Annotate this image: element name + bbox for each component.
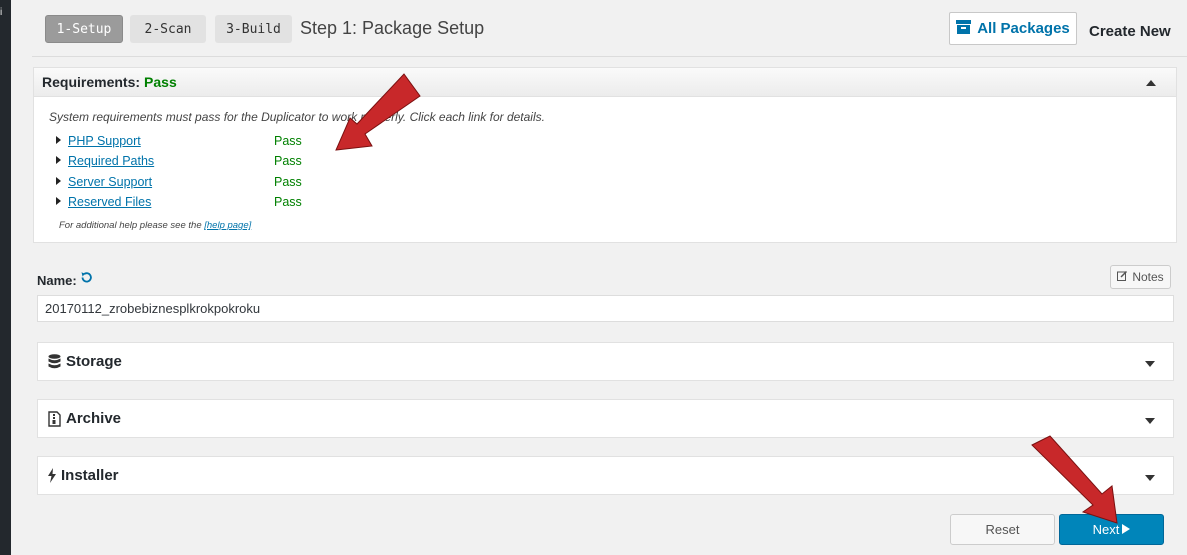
- package-name-input[interactable]: 20170112_zrobebiznesplkrokpokroku: [37, 295, 1174, 322]
- php-support-link[interactable]: PHP Support: [68, 134, 141, 148]
- requirements-status: Pass: [144, 74, 177, 90]
- next-button[interactable]: Next: [1059, 514, 1164, 545]
- requirement-result: Pass: [274, 154, 302, 168]
- sidebar-char: i: [0, 7, 3, 18]
- archive-section[interactable]: Archive: [37, 399, 1174, 438]
- page-title: Step 1: Package Setup: [300, 18, 485, 38]
- divider: [32, 56, 1187, 57]
- chevron-down-icon[interactable]: [1145, 418, 1155, 424]
- requirement-result: Pass: [274, 134, 302, 148]
- expand-triangle-icon[interactable]: [56, 136, 61, 144]
- admin-sidebar-edge: i: [0, 0, 11, 555]
- required-paths-link[interactable]: Required Paths: [68, 154, 154, 168]
- edit-icon: [1117, 270, 1128, 284]
- requirements-intro: System requirements must pass for the Du…: [49, 110, 545, 124]
- chevron-down-icon[interactable]: [1145, 475, 1155, 481]
- storage-section[interactable]: Storage: [37, 342, 1174, 381]
- installer-section[interactable]: Installer: [37, 456, 1174, 495]
- notes-label: Notes: [1132, 270, 1164, 284]
- server-support-link[interactable]: Server Support: [68, 175, 152, 189]
- reserved-files-link[interactable]: Reserved Files: [68, 195, 151, 209]
- archive-label: Archive: [66, 410, 122, 427]
- tab-build[interactable]: 3-Build: [215, 15, 292, 43]
- help-page-link[interactable]: [help page]: [204, 220, 251, 231]
- expand-triangle-icon[interactable]: [56, 177, 61, 185]
- collapse-caret-icon[interactable]: [1146, 80, 1156, 86]
- bolt-icon: [48, 468, 56, 483]
- help-text: For additional help please see the [help…: [59, 220, 251, 231]
- name-label: Name:: [37, 273, 77, 288]
- requirements-header[interactable]: Requirements: Pass: [34, 68, 1176, 97]
- requirement-row: PHP Support Pass: [56, 134, 302, 148]
- installer-label: Installer: [61, 467, 119, 484]
- all-packages-button[interactable]: All Packages: [949, 12, 1077, 45]
- requirements-title: Requirements:: [42, 74, 141, 90]
- notes-button[interactable]: Notes: [1110, 265, 1171, 289]
- help-prefix: For additional help please see the: [59, 220, 202, 231]
- requirement-result: Pass: [274, 195, 302, 209]
- requirement-row: Reserved Files Pass: [56, 195, 302, 209]
- requirements-panel: Requirements: Pass System requirements m…: [33, 67, 1177, 243]
- step-tabs: 1-Setup 2-Scan 3-Build: [45, 15, 292, 43]
- storage-label: Storage: [66, 353, 122, 370]
- all-packages-label: All Packages: [977, 20, 1070, 37]
- file-archive-icon: [48, 410, 61, 427]
- reset-button[interactable]: Reset: [950, 514, 1055, 545]
- database-icon: [48, 354, 61, 369]
- refresh-icon[interactable]: [80, 271, 93, 288]
- requirement-row: Server Support Pass: [56, 175, 302, 189]
- requirement-row: Required Paths Pass: [56, 154, 302, 168]
- requirement-result: Pass: [274, 175, 302, 189]
- tab-setup[interactable]: 1-Setup: [45, 15, 123, 43]
- tab-scan[interactable]: 2-Scan: [130, 15, 206, 43]
- play-triangle-icon: [1122, 522, 1131, 537]
- expand-triangle-icon[interactable]: [56, 197, 61, 205]
- archive-box-icon: [956, 19, 972, 38]
- expand-triangle-icon[interactable]: [56, 156, 61, 164]
- chevron-down-icon[interactable]: [1145, 361, 1155, 367]
- create-new-title: Create New: [1089, 23, 1171, 40]
- next-label: Next: [1092, 522, 1120, 537]
